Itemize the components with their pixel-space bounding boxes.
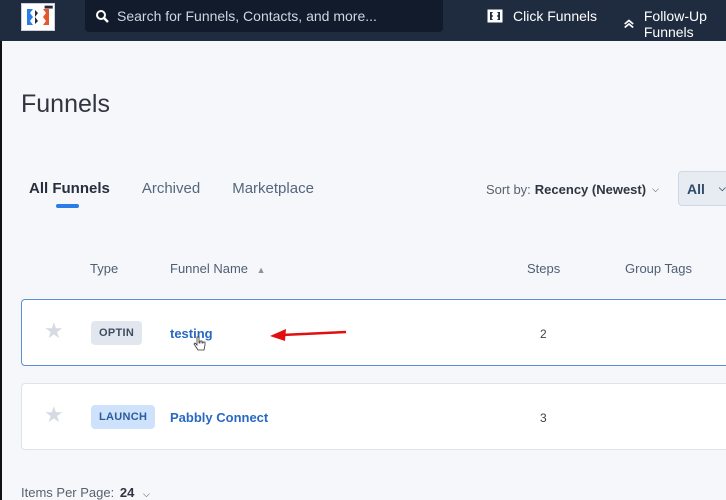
nav-click-funnels[interactable]: Click Funnels	[487, 8, 597, 24]
funnel-name-link[interactable]: Pabbly Connect	[170, 410, 268, 425]
clickfunnels-icon	[487, 9, 503, 23]
nav-follow-up-funnels[interactable]: Follow-Up Funnels	[624, 8, 726, 40]
column-header-group-tags: Group Tags	[625, 261, 692, 276]
items-per-page-value: 24	[119, 485, 135, 500]
star-icon[interactable]: ★	[44, 318, 64, 344]
search-input[interactable]	[117, 8, 417, 24]
top-navbar: ■■■ Click Funnels Follow-Up Funnels	[0, 0, 726, 41]
clickfunnels-logo[interactable]: ■■■	[21, 3, 55, 31]
table-row[interactable]: ★ LAUNCH Pabbly Connect 3	[21, 383, 726, 450]
page-title: Funnels	[21, 90, 110, 118]
sort-label: Sort by:	[486, 182, 531, 197]
nav-follow-up-funnels-label: Follow-Up Funnels	[643, 8, 707, 40]
items-per-page-label: Items Per Page:	[21, 485, 115, 500]
search-icon	[96, 10, 109, 23]
sort-value: Recency (Newest)	[534, 182, 647, 197]
filter-value: All	[687, 180, 705, 197]
star-icon[interactable]: ★	[44, 402, 64, 428]
logo-dots: ■■■	[44, 5, 53, 11]
chevron-down-icon: ⌵	[718, 183, 726, 193]
items-per-page-dropdown[interactable]: Items Per Page: 24 ⌵	[21, 485, 150, 500]
column-header-steps: Steps	[527, 261, 561, 276]
column-header-funnel-name-label: Funnel Name	[170, 261, 249, 276]
double-chevron-up-icon	[624, 19, 634, 29]
column-header-type: Type	[90, 261, 119, 276]
chevron-down-icon: ⌵	[652, 184, 659, 194]
sort-arrows-icon[interactable]: ▲︎	[257, 265, 266, 275]
funnel-tabs: All Funnels Archived Marketplace	[29, 180, 346, 208]
table-row[interactable]: ★ OPTIN testing 2	[21, 299, 726, 366]
tab-all-funnels[interactable]: All Funnels	[29, 180, 110, 208]
annotation-arrow-icon	[270, 329, 347, 341]
type-badge: OPTIN	[91, 321, 143, 345]
search-bar[interactable]	[85, 0, 443, 32]
filter-dropdown[interactable]: All ⌵	[678, 171, 726, 206]
sort-dropdown[interactable]: Sort by: Recency (Newest) ⌵	[486, 182, 659, 197]
hand-cursor-icon	[193, 336, 206, 351]
steps-count: 3	[540, 411, 547, 425]
tab-marketplace[interactable]: Marketplace	[232, 180, 314, 197]
window-edge	[0, 41, 2, 500]
steps-count: 2	[540, 327, 547, 341]
tab-archived[interactable]: Archived	[142, 180, 200, 197]
chevron-down-icon: ⌵	[142, 489, 150, 499]
nav-click-funnels-label: Click Funnels	[513, 8, 598, 24]
column-header-funnel-name[interactable]: Funnel Name ▲︎	[170, 261, 266, 276]
type-badge: LAUNCH	[91, 405, 156, 429]
